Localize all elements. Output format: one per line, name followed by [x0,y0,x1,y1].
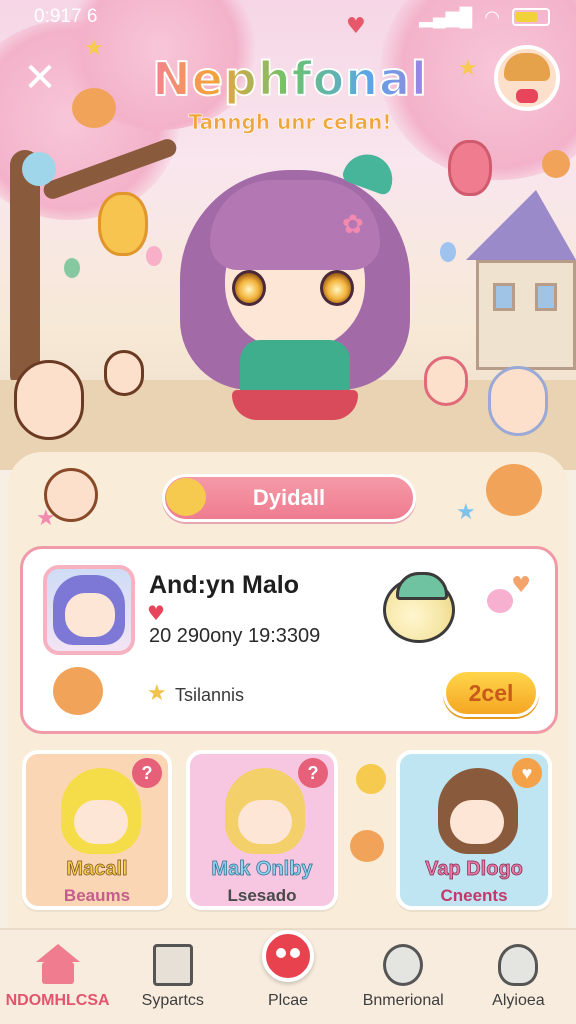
character-card[interactable]: ♥ Vap Dlogo Cneents [396,750,552,910]
lantern [448,140,492,196]
balloon [64,258,80,278]
chick-sticker [356,764,386,794]
ghost-sticker [22,152,56,186]
bear-sticker [542,150,570,178]
card-badge: ? [298,758,328,788]
card-subtitle: Beaums [63,886,131,905]
chibi-blue [488,366,548,436]
profile-tag: Tsilannis [175,685,245,705]
box-icon [152,944,193,986]
battery-icon [512,8,550,26]
bear-sticker [72,88,116,128]
status-time: 0:917 6 [34,6,98,27]
star-icon: ★ [456,500,476,525]
mascot-creature-icon [383,572,455,643]
nav-label: Plcae [267,992,309,1009]
app-title: Nephfonal [135,51,445,107]
animal-icon [383,944,424,986]
nav-item-bnmerional[interactable]: Bnmerional [346,930,461,1024]
bear-sticker [486,464,542,516]
app-logo: Nephfonal Tanngh unr celan! [135,51,445,135]
tree-trunk [10,150,40,390]
bottom-nav: NDOMHLCSA Sypartcs Plcae Bnmerional Alyi… [0,928,576,1024]
chick-sticker [166,478,206,516]
card-subtitle: Lsesado [227,886,297,905]
heart-icon: ♥ [147,601,165,625]
flower-icon: ✿ [342,210,364,240]
home-icon [35,944,80,986]
balloon [440,242,456,262]
bear-sticker [350,830,384,862]
app-subtitle: Tanngh unr celan! [188,110,392,135]
card-title: Vap Dlogo [425,858,523,881]
nav-item-alyioea[interactable]: Alyioea [461,930,576,1024]
bubble-icon [487,589,513,613]
chibi-pink [424,356,468,406]
nav-label: Alyioea [492,992,545,1009]
cottage [466,190,576,370]
close-button[interactable]: ✕ [18,58,62,102]
heart-badge-icon: ♥ [512,758,542,788]
lantern [98,192,148,256]
nav-item-sypartcs[interactable]: Sypartcs [115,930,230,1024]
star-icon: ★ [36,506,56,531]
chat-bubble-icon [262,930,314,982]
profile-card: And:yn Malo ♥ 20 290ony 19:3309 ★ Tsilan… [20,546,558,734]
star-icon: ★ [147,681,167,706]
profile-name: And:yn Malo [149,571,299,599]
profile-avatar-button[interactable] [494,45,560,111]
status-bar: 0:917 6 ▂▄▆█ ◠ [0,0,576,34]
character-card[interactable]: ? Mak Onlby Lsesado [186,750,338,910]
nav-label: Bnmerional [362,992,444,1009]
nav-label: Sypartcs [141,992,204,1009]
star-icon: ★ [84,36,104,61]
chibi-boy [14,360,84,440]
nav-item-home[interactable]: NDOMHLCSA [0,930,115,1024]
card-subtitle: Cneents [440,886,508,905]
card-title: Macall [66,858,128,881]
chibi-small [104,350,144,396]
main-character: ✿ [170,147,420,440]
heart-icon: ♥ [511,573,531,598]
balloon [146,246,162,266]
nav-item-plcae[interactable]: Plcae [230,930,345,1024]
card-badge: ? [132,758,162,788]
seal-icon [498,944,539,986]
card-title: Mak Onlby [211,858,313,881]
signal-icon: ▂▄▆█ [419,6,473,27]
profile-action-button[interactable]: 2cel [443,669,539,717]
star-icon: ★ [458,56,478,81]
bear-sticker [53,667,103,715]
profile-meta: 20 290ony 19:3309 [149,625,321,647]
profile-picture [43,565,135,655]
character-card[interactable]: ? Macall Beaums [22,750,172,910]
nav-label: NDOMHLCSA [5,992,110,1009]
wifi-icon: ◠ [484,6,500,27]
